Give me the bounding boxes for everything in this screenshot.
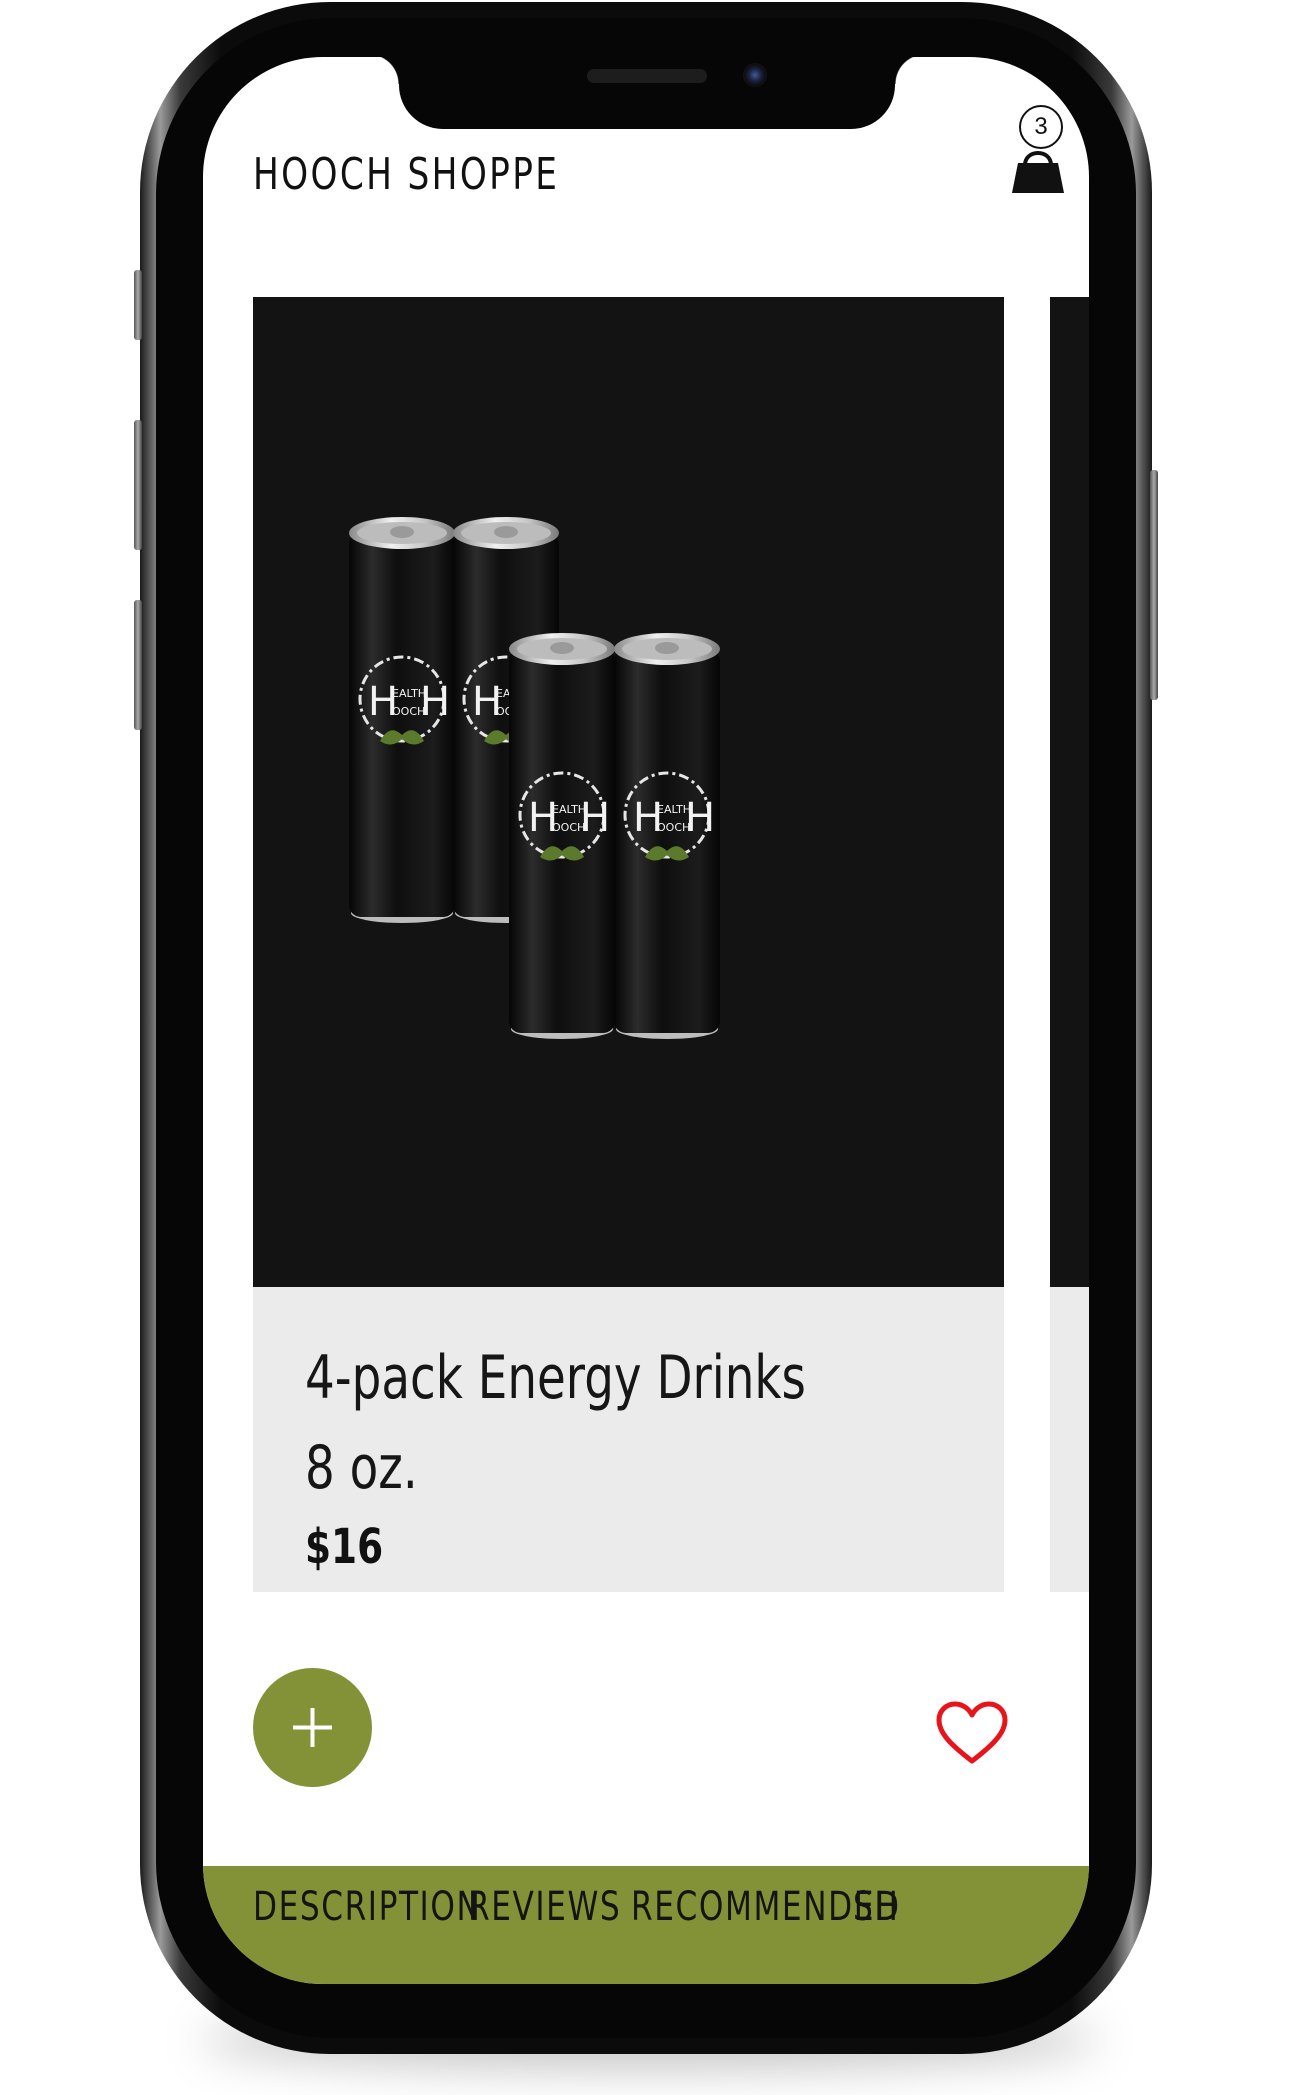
earpiece-speaker bbox=[587, 69, 707, 83]
volume-down-button bbox=[134, 600, 142, 730]
drink-can: HHEALTH OOCH bbox=[614, 633, 720, 1039]
tab-reviews[interactable]: REVIEWS bbox=[468, 1884, 621, 1930]
next-product-card-image[interactable] bbox=[1050, 297, 1089, 1287]
product-image: HHEALTHOOCHHHEALTHOOCHHHEALTHOOCHHHEALTH… bbox=[253, 297, 1004, 1287]
product-tab-bar: DESCRIPTION REVIEWS RECOMMENDED SH bbox=[203, 1866, 1089, 1984]
product-info-panel: 4-pack Energy Drinks 8 oz. $16 bbox=[253, 1287, 1004, 1592]
drink-can: HHEALTH OOCH bbox=[509, 633, 615, 1039]
svg-text:EALTH: EALTH bbox=[657, 803, 691, 816]
svg-text:EALTH: EALTH bbox=[392, 687, 426, 700]
camera-notch bbox=[369, 57, 925, 129]
svg-text:OOCH: OOCH bbox=[657, 821, 690, 834]
svg-text:H: H bbox=[685, 795, 715, 841]
front-camera bbox=[743, 63, 767, 87]
power-button bbox=[1150, 470, 1158, 700]
svg-text:H: H bbox=[528, 795, 558, 841]
silent-switch bbox=[134, 270, 142, 340]
svg-text:H: H bbox=[472, 679, 502, 725]
cart-count-badge: 3 bbox=[1019, 105, 1063, 149]
product-price: $16 bbox=[305, 1519, 384, 1575]
tab-description[interactable]: DESCRIPTION bbox=[253, 1884, 481, 1930]
store-title: HOOCH SHOPPE bbox=[253, 149, 560, 200]
next-product-card-info bbox=[1050, 1287, 1089, 1592]
product-card[interactable]: HHEALTHOOCHHHEALTHOOCHHHEALTHOOCHHHEALTH… bbox=[253, 297, 1004, 1592]
svg-text:H: H bbox=[580, 795, 610, 841]
svg-text:H: H bbox=[420, 679, 450, 725]
volume-up-button bbox=[134, 420, 142, 550]
svg-text:OOCH: OOCH bbox=[392, 705, 425, 718]
tab-sh[interactable]: SH bbox=[853, 1884, 899, 1930]
energy-drink-cans-image: HHEALTHOOCHHHEALTHOOCHHHEALTHOOCHHHEALTH… bbox=[349, 517, 720, 1039]
product-size: 8 oz. bbox=[305, 1433, 418, 1503]
favorite-button[interactable] bbox=[933, 1699, 1011, 1769]
svg-text:EALTH: EALTH bbox=[552, 803, 586, 816]
plus-icon bbox=[293, 1708, 332, 1747]
product-name: 4-pack Energy Drinks bbox=[305, 1343, 806, 1413]
drink-can: HHEALTH OOCH bbox=[349, 517, 455, 923]
svg-text:OOCH: OOCH bbox=[552, 821, 585, 834]
svg-text:H: H bbox=[368, 679, 398, 725]
add-to-cart-button[interactable] bbox=[253, 1668, 372, 1787]
heart-icon bbox=[936, 1701, 1008, 1764]
app-screen: HOOCH SHOPPE 3 H H EALTH OOCH H H H EALT… bbox=[203, 57, 1089, 1984]
svg-text:H: H bbox=[633, 795, 663, 841]
